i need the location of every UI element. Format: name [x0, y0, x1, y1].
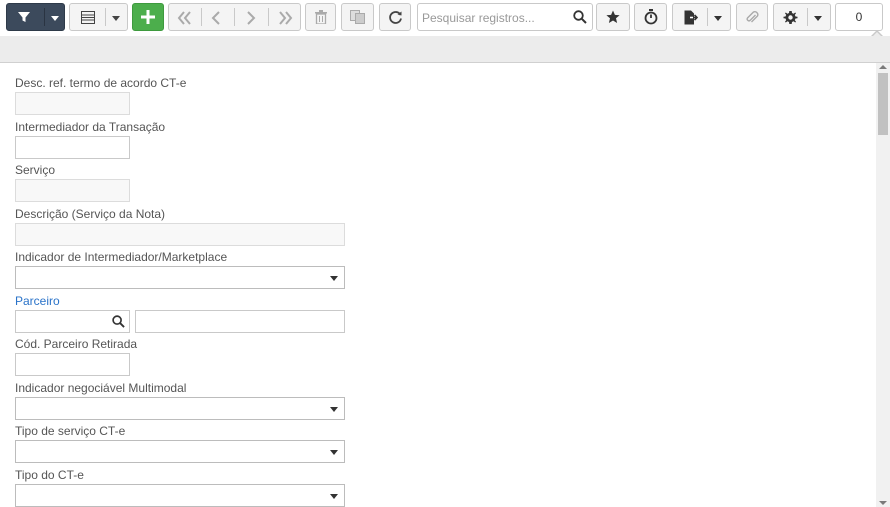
parceiro-name-field[interactable] — [135, 310, 345, 333]
field-label-indicador-multimodal: Indicador negociável Multimodal — [15, 381, 187, 395]
descricao-servico-field — [15, 223, 345, 246]
toolbar: 0 — [0, 0, 890, 36]
settings-button[interactable] — [773, 3, 831, 31]
previous-record-button[interactable] — [211, 11, 221, 25]
caret-down-icon — [330, 407, 338, 412]
parceiro-code-field[interactable] — [15, 310, 130, 333]
tipo-cte-select[interactable] — [15, 484, 345, 507]
field-label-descricao-servico: Descrição (Serviço da Nota) — [15, 207, 166, 221]
filter-button[interactable] — [6, 3, 65, 31]
scroll-down-arrow-icon[interactable] — [879, 501, 887, 505]
refresh-button[interactable] — [379, 3, 411, 31]
field-label-intermediador: Intermediador da Transação — [15, 120, 166, 134]
refresh-icon — [388, 10, 403, 25]
grid-view-icon — [81, 11, 95, 24]
field-label-indicador-intermediador: Indicador de Intermediador/Marketplace — [15, 250, 228, 264]
chevron-down-icon[interactable] — [814, 16, 822, 21]
trash-icon — [314, 10, 327, 24]
stopwatch-icon — [644, 9, 658, 25]
search-icon[interactable] — [573, 10, 587, 27]
chevron-down-icon[interactable] — [112, 16, 120, 21]
field-label-parceiro[interactable]: Parceiro — [15, 294, 60, 308]
servico-field — [15, 179, 130, 202]
chevron-down-icon[interactable] — [51, 16, 59, 21]
gear-icon — [783, 10, 798, 25]
chevron-right-icon — [247, 11, 256, 25]
duplicate-button[interactable] — [341, 3, 374, 31]
double-chevron-left-icon — [177, 11, 191, 25]
search-box[interactable] — [417, 3, 593, 31]
cod-parceiro-retirada-field[interactable] — [15, 353, 130, 376]
caret-down-icon — [330, 276, 338, 281]
scroll-thumb[interactable] — [878, 73, 888, 135]
view-mode-button[interactable] — [69, 3, 128, 31]
field-label-tipo-servico-cte: Tipo de serviço CT-e — [15, 424, 126, 438]
caret-down-icon — [330, 494, 338, 499]
favorites-button[interactable] — [596, 3, 630, 31]
attachments-button[interactable] — [736, 3, 768, 31]
search-icon[interactable] — [112, 315, 125, 331]
tipo-servico-cte-select[interactable] — [15, 440, 345, 463]
record-counter-value: 0 — [855, 10, 863, 24]
filter-icon — [17, 10, 31, 24]
add-record-button[interactable] — [132, 3, 164, 31]
navigation-group — [168, 3, 301, 31]
chevron-down-icon[interactable] — [714, 16, 722, 21]
scroll-up-arrow-icon[interactable] — [879, 65, 887, 69]
timer-button[interactable] — [634, 3, 667, 31]
field-label-servico: Serviço — [15, 163, 56, 177]
star-icon — [606, 10, 620, 24]
first-record-button[interactable] — [177, 11, 193, 25]
plus-icon — [141, 10, 155, 24]
desc-ref-termo-field — [15, 92, 130, 115]
counter-pointer-inner — [872, 32, 882, 37]
vertical-scrollbar[interactable] — [876, 63, 890, 507]
intermediador-field[interactable] — [15, 136, 130, 159]
field-label-cod-parceiro-retirada: Cód. Parceiro Retirada — [15, 337, 138, 351]
field-label-desc-ref-termo: Desc. ref. termo de acordo CT-e — [15, 76, 187, 90]
indicador-intermediador-select[interactable] — [15, 266, 345, 289]
copy-icon — [350, 10, 365, 24]
double-chevron-right-icon — [279, 11, 293, 25]
record-counter[interactable]: 0 — [835, 3, 883, 31]
field-label-tipo-cte: Tipo do CT-e — [15, 468, 84, 482]
document-export-icon — [684, 10, 698, 25]
next-record-button[interactable] — [246, 11, 256, 25]
last-record-button[interactable] — [277, 11, 293, 25]
caret-down-icon — [330, 450, 338, 455]
search-input[interactable] — [422, 10, 570, 26]
delete-button[interactable] — [305, 3, 336, 31]
export-button[interactable] — [672, 3, 731, 31]
indicador-multimodal-select[interactable] — [15, 397, 345, 420]
chevron-left-icon — [211, 11, 220, 25]
form-panel: Desc. ref. termo de acordo CT-e Intermed… — [0, 63, 876, 507]
paperclip-icon — [745, 10, 759, 25]
sub-toolbar — [0, 36, 890, 63]
